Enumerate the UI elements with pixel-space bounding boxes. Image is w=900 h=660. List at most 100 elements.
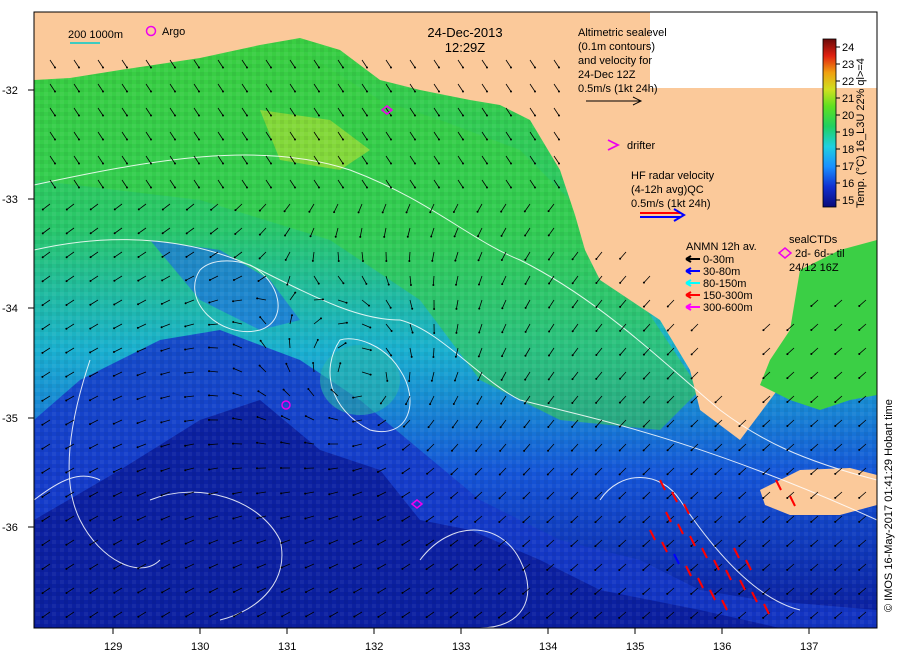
- velocity-arrowhead: [89, 399, 92, 402]
- velocity-arrowhead: [210, 208, 213, 211]
- x-tick-label: 136: [713, 641, 731, 653]
- velocity-arrowhead: [113, 327, 116, 330]
- velocity-arrowhead: [137, 279, 140, 282]
- velocity-arrowhead: [353, 615, 356, 618]
- velocity-arrowhead: [594, 568, 597, 571]
- velocity-arrowhead: [89, 591, 92, 594]
- velocity-arrowhead: [453, 235, 456, 238]
- velocity-arrowhead: [149, 186, 152, 189]
- velocity-arrowhead: [690, 449, 693, 452]
- altimetry-line-1: Altimetric sealevel: [578, 27, 667, 39]
- velocity-arrowhead: [161, 615, 164, 618]
- velocity-arrowhead: [377, 543, 380, 546]
- x-tick-label: 132: [365, 641, 383, 653]
- velocity-arrowhead: [451, 426, 454, 429]
- velocity-arrowhead: [377, 519, 380, 522]
- velocity-arrowhead: [413, 114, 416, 117]
- velocity-arrowhead: [293, 162, 296, 165]
- velocity-arrowhead: [406, 235, 409, 238]
- velocity-arrowhead: [101, 138, 104, 141]
- velocity-arrowhead: [269, 114, 272, 117]
- velocity-arrowhead: [786, 329, 789, 332]
- velocity-arrowhead: [345, 321, 348, 324]
- velocity-arrowhead: [786, 425, 789, 428]
- velocity-arrowhead: [425, 568, 428, 571]
- velocity-arrowhead: [290, 314, 293, 317]
- velocity-arrowhead: [690, 401, 693, 404]
- velocity-arrowhead: [379, 402, 382, 405]
- velocity-arrowhead: [437, 162, 440, 165]
- velocity-arrowhead: [557, 138, 560, 141]
- velocity-arrowhead: [293, 186, 296, 189]
- velocity-arrowhead: [387, 283, 390, 286]
- velocity-arrowhead: [642, 281, 645, 284]
- velocity-arrowhead: [136, 398, 139, 401]
- velocity-arrowhead: [547, 449, 550, 452]
- velocity-arrowhead: [365, 282, 368, 285]
- velocity-arrowhead: [762, 329, 765, 332]
- velocity-arrowhead: [485, 90, 488, 93]
- velocity-arrowhead: [53, 114, 56, 117]
- velocity-arrowhead: [65, 567, 68, 570]
- velocity-arrowhead: [533, 186, 536, 189]
- velocity-arrowhead: [208, 542, 211, 545]
- velocity-arrowhead: [365, 138, 368, 141]
- velocity-arrowhead: [786, 496, 789, 499]
- argo-legend-label: Argo: [162, 26, 185, 38]
- velocity-arrowhead: [546, 616, 549, 619]
- velocity-arrowhead: [498, 521, 501, 524]
- velocity-arrowhead: [452, 211, 455, 214]
- velocity-arrowhead: [533, 162, 536, 165]
- velocity-arrowhead: [89, 279, 92, 282]
- velocity-arrowhead: [136, 350, 139, 353]
- velocity-arrowhead: [449, 568, 452, 571]
- velocity-arrowhead: [429, 403, 432, 406]
- velocity-arrowhead: [522, 497, 525, 500]
- velocity-arrowhead: [433, 331, 436, 334]
- velocity-arrowhead: [245, 162, 248, 165]
- velocity-arrowhead: [334, 235, 337, 238]
- velocity-arrowhead: [197, 186, 200, 189]
- velocity-arrowhead: [546, 568, 549, 571]
- velocity-arrowhead: [461, 162, 464, 165]
- velocity-arrowhead: [41, 616, 44, 619]
- velocity-arrowhead: [501, 307, 504, 310]
- velocity-arrowhead: [113, 567, 116, 570]
- velocity-arrowhead: [595, 353, 598, 356]
- anmn-legend-label: 30-80m: [703, 266, 740, 278]
- velocity-arrowhead: [208, 443, 211, 446]
- velocity-arrowhead: [185, 615, 188, 618]
- velocity-arrowhead: [762, 496, 765, 499]
- velocity-arrowhead: [858, 496, 861, 499]
- velocity-arrowhead: [595, 377, 598, 380]
- velocity-arrowhead: [365, 162, 368, 165]
- velocity-arrowhead: [858, 352, 861, 355]
- velocity-arrowhead: [232, 320, 235, 323]
- velocity-arrowhead: [286, 283, 289, 286]
- velocity-arrowhead: [232, 367, 235, 370]
- velocity-arrowhead: [595, 401, 598, 404]
- velocity-arrowhead: [389, 162, 392, 165]
- velocity-arrowhead: [642, 353, 645, 356]
- velocity-arrowhead: [408, 379, 411, 382]
- velocity-arrowhead: [595, 330, 598, 333]
- velocity-arrowhead: [65, 280, 68, 283]
- velocity-arrowhead: [594, 425, 597, 428]
- velocity-arrowhead: [330, 388, 333, 391]
- velocity-arrowhead: [125, 162, 128, 165]
- velocity-arrowhead: [594, 545, 597, 548]
- velocity-arrowhead: [136, 422, 139, 425]
- velocity-arrowhead: [77, 114, 80, 117]
- velocity-arrowhead: [232, 343, 235, 346]
- velocity-arrowhead: [312, 362, 315, 365]
- velocity-arrowhead: [810, 377, 813, 380]
- velocity-arrowhead: [208, 323, 211, 326]
- velocity-arrowhead: [461, 66, 464, 69]
- velocity-arrowhead: [381, 211, 384, 214]
- velocity-arrowhead: [282, 388, 285, 391]
- velocity-arrowhead: [89, 567, 92, 570]
- x-tick-label: 133: [452, 641, 470, 653]
- velocity-arrowhead: [642, 401, 645, 404]
- velocity-arrowhead: [546, 497, 549, 500]
- velocity-arrowhead: [666, 545, 669, 548]
